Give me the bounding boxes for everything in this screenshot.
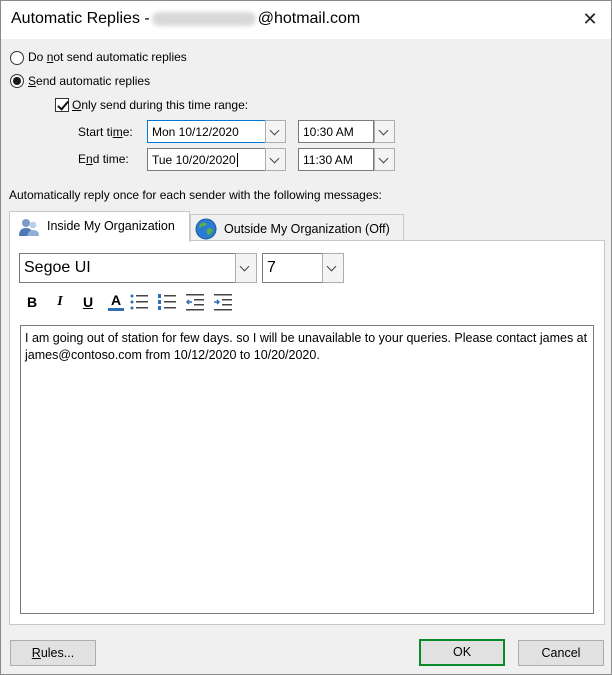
chevron-down-icon xyxy=(378,125,389,136)
time-range-checkbox[interactable] xyxy=(55,98,69,112)
end-date-field[interactable]: Tue 10/20/2020 xyxy=(147,148,266,171)
globe-icon xyxy=(195,218,217,240)
tab-outside-organization[interactable]: Outside My Organization (Off) xyxy=(190,214,404,242)
people-icon xyxy=(19,219,39,236)
font-size-select[interactable]: 7 xyxy=(262,253,324,283)
font-name-select[interactable]: Segoe UI xyxy=(19,253,236,283)
rules-button[interactable]: Rules... xyxy=(10,640,96,666)
end-date-dropdown[interactable] xyxy=(265,148,286,171)
send-automatic-replies-label[interactable]: Send automatic replies xyxy=(28,74,150,88)
do-not-send-radio[interactable] xyxy=(10,51,24,65)
bold-button[interactable]: B xyxy=(23,292,41,312)
automatic-replies-dialog: Automatic Replies - @hotmail.com ✕ Do not… xyxy=(0,0,612,675)
chevron-down-icon xyxy=(269,153,280,164)
end-time-field[interactable]: 11:30 AM xyxy=(298,148,374,171)
start-time-field[interactable]: 10:30 AM xyxy=(298,120,374,143)
start-date-field[interactable]: Mon 10/12/2020 xyxy=(147,120,266,143)
close-button[interactable]: ✕ xyxy=(575,5,605,33)
font-size-dropdown[interactable] xyxy=(322,253,344,283)
underline-button[interactable]: U xyxy=(79,292,97,312)
redacted-email xyxy=(151,11,256,26)
title-suffix: @hotmail.com xyxy=(257,10,361,27)
time-range-label[interactable]: Only send during this time range: xyxy=(72,98,248,112)
tab-inside-organization[interactable]: Inside My Organization xyxy=(9,211,190,242)
send-automatic-replies-radio[interactable] xyxy=(10,74,24,88)
do-not-send-label[interactable]: Do not send automatic replies xyxy=(28,50,187,64)
start-time-dropdown[interactable] xyxy=(374,120,395,143)
font-color-button[interactable]: A xyxy=(106,292,126,312)
end-time-label: End time: xyxy=(78,152,129,166)
chevron-down-icon xyxy=(378,153,389,164)
text-cursor xyxy=(236,153,238,167)
end-time-dropdown[interactable] xyxy=(374,148,395,171)
font-name-dropdown[interactable] xyxy=(235,253,257,283)
font-color-icon: A xyxy=(110,292,122,308)
start-time-label: Start time: xyxy=(78,125,133,139)
cancel-button[interactable]: Cancel xyxy=(518,640,604,666)
chevron-down-icon xyxy=(239,261,250,272)
tab-outside-organization-label: Outside My Organization (Off) xyxy=(224,222,390,236)
title-bar: Automatic Replies - @hotmail.com ✕ xyxy=(1,1,611,39)
window-title: Automatic Replies - @hotmail.com xyxy=(11,10,360,28)
chevron-down-icon xyxy=(326,261,337,272)
title-prefix: Automatic Replies - xyxy=(11,10,150,27)
decrease-indent-icon[interactable] xyxy=(185,293,205,311)
numbering-icon[interactable] xyxy=(157,293,177,311)
chevron-down-icon xyxy=(269,125,280,136)
tab-inside-organization-label: Inside My Organization xyxy=(47,219,175,233)
bullets-icon[interactable] xyxy=(129,293,149,311)
italic-button[interactable]: I xyxy=(51,292,69,312)
ok-button[interactable]: OK xyxy=(419,639,505,666)
font-color-swatch xyxy=(108,308,124,311)
increase-indent-icon[interactable] xyxy=(213,293,233,311)
start-date-dropdown[interactable] xyxy=(265,120,286,143)
reply-instruction: Automatically reply once for each sender… xyxy=(9,188,382,202)
close-icon: ✕ xyxy=(582,9,598,29)
message-editor[interactable]: I am going out of station for few days. … xyxy=(20,325,594,614)
